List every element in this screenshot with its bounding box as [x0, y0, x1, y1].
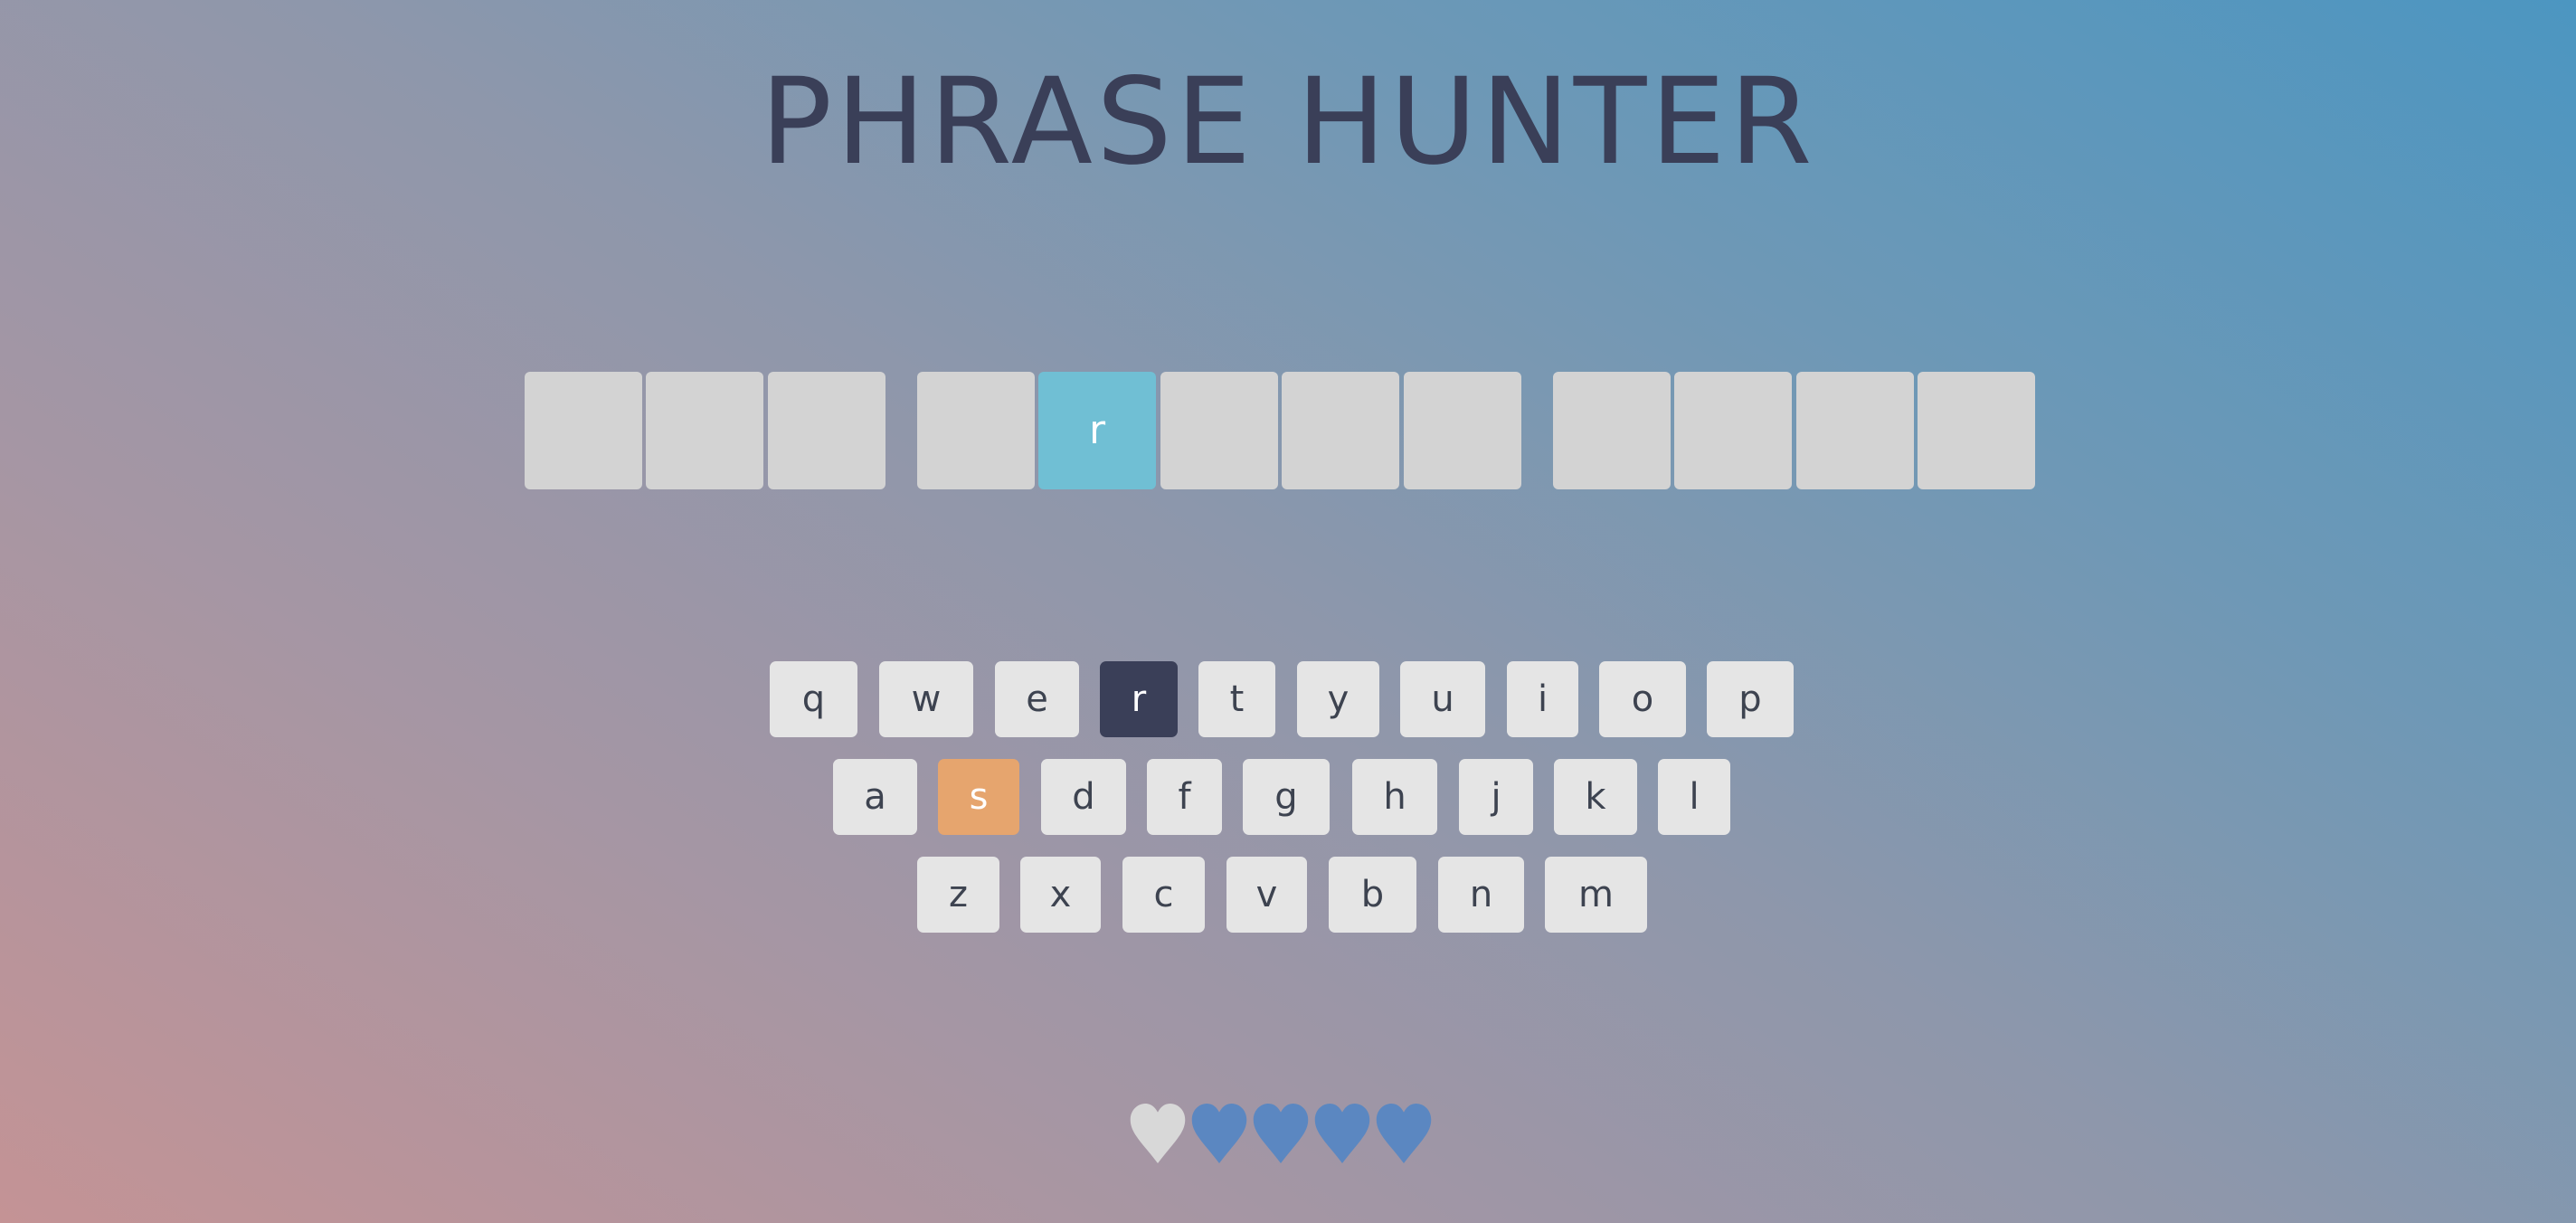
heart-icon: [1191, 1104, 1247, 1163]
heart-icon: [1376, 1104, 1432, 1163]
key-d[interactable]: d: [1041, 759, 1126, 835]
phrase-letter-tile: [1160, 372, 1278, 489]
key-k[interactable]: k: [1554, 759, 1637, 835]
key-j[interactable]: j: [1459, 759, 1533, 835]
phrase-letter-tile: [646, 372, 763, 489]
key-m[interactable]: m: [1545, 857, 1647, 933]
page-title: PHRASE HUNTER: [760, 52, 1816, 192]
phrase-letter-tile: r: [1038, 372, 1156, 489]
heart-icon: [1130, 1104, 1186, 1163]
key-e[interactable]: e: [995, 661, 1079, 737]
phrase-letter-tile: [1404, 372, 1521, 489]
key-u[interactable]: u: [1400, 661, 1485, 737]
phrase-letter-tile: [525, 372, 642, 489]
key-s[interactable]: s: [938, 759, 1019, 835]
heart-icon: [1314, 1104, 1370, 1163]
phrase-letter-tile: [1796, 372, 1914, 489]
key-b[interactable]: b: [1329, 857, 1416, 933]
heart-icon: [1253, 1104, 1309, 1163]
key-t[interactable]: t: [1198, 661, 1275, 737]
key-f[interactable]: f: [1147, 759, 1222, 835]
key-o[interactable]: o: [1599, 661, 1686, 737]
key-r[interactable]: r: [1100, 661, 1178, 737]
key-i[interactable]: i: [1507, 661, 1578, 737]
key-g[interactable]: g: [1243, 759, 1330, 835]
phrase-letter-tile: [1553, 372, 1671, 489]
phrase-letter-tile: [1674, 372, 1792, 489]
key-p[interactable]: p: [1707, 661, 1794, 737]
phrase-letter-tile: [768, 372, 886, 489]
key-v[interactable]: v: [1226, 857, 1307, 933]
key-y[interactable]: y: [1297, 661, 1379, 737]
phrase-letter-tile: [1918, 372, 2035, 489]
phrase-letter-tile: [917, 372, 1035, 489]
key-w[interactable]: w: [879, 661, 973, 737]
phrase-letter-tile: [1282, 372, 1399, 489]
key-q[interactable]: q: [770, 661, 857, 737]
key-h[interactable]: h: [1352, 759, 1437, 835]
key-z[interactable]: z: [917, 857, 999, 933]
key-c[interactable]: c: [1122, 857, 1205, 933]
key-a[interactable]: a: [833, 759, 917, 835]
key-l[interactable]: l: [1658, 759, 1730, 835]
key-x[interactable]: x: [1020, 857, 1101, 933]
key-n[interactable]: n: [1438, 857, 1524, 933]
